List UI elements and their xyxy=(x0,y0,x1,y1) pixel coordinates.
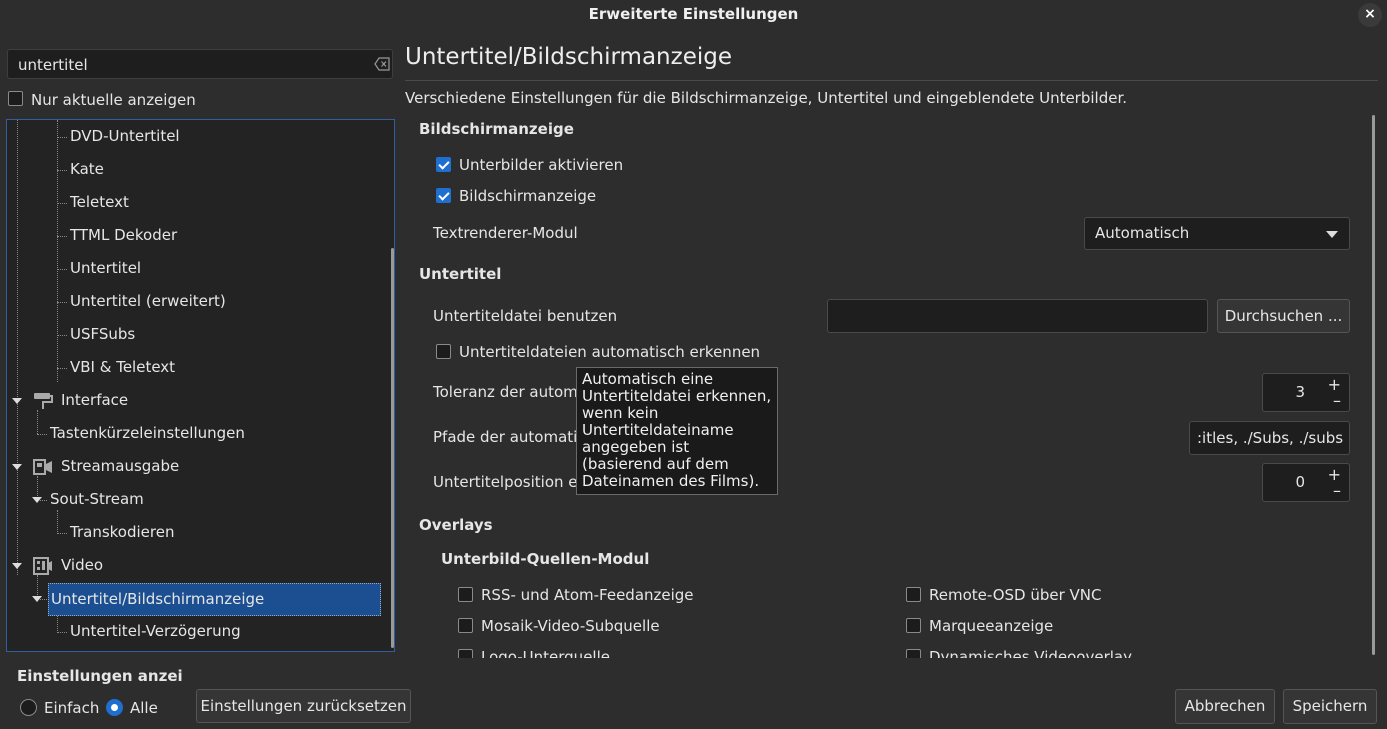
decrement-button[interactable]: – xyxy=(1333,481,1341,500)
only-current-checkbox[interactable] xyxy=(8,91,23,106)
video-icon xyxy=(33,557,52,575)
expand-streamausgabe-icon[interactable] xyxy=(12,464,22,470)
reset-settings-button[interactable]: Einstellungen zurücksetzen xyxy=(196,689,411,723)
chevron-down-icon xyxy=(1326,231,1338,238)
dynamic-overlay-label: Dynamisches Videooverlay xyxy=(929,648,1132,658)
expand-interface-icon[interactable] xyxy=(12,398,22,404)
window-title: Erweiterte Einstellungen xyxy=(588,5,799,23)
tree-item-teletext[interactable]: Teletext xyxy=(70,186,129,219)
stream-output-icon xyxy=(33,459,52,475)
text-renderer-value: Automatisch xyxy=(1095,224,1190,242)
show-settings-heading: Einstellungen anzeigen xyxy=(17,667,183,685)
position-value: 0 xyxy=(1295,473,1305,491)
mosaic-label: Mosaik-Video-Subquelle xyxy=(481,617,660,635)
simple-label: Einfach xyxy=(44,699,100,717)
save-button[interactable]: Speichern xyxy=(1283,689,1377,724)
logo-label: Logo-Unterquelle xyxy=(481,648,610,658)
enable-subpictures-label: Unterbilder aktivieren xyxy=(459,156,624,174)
autodetect-checkbox[interactable] xyxy=(436,344,451,359)
cancel-button[interactable]: Abbrechen xyxy=(1175,689,1275,724)
section-overlays: Overlays xyxy=(419,516,493,534)
tolerance-spinbox[interactable]: 3 + – xyxy=(1262,373,1350,412)
tree-item-dvd-untertitel[interactable]: DVD-Untertitel xyxy=(70,120,180,153)
page-title: Untertitel/Bildschirmanzeige xyxy=(405,44,732,70)
position-spinbox[interactable]: 0 + – xyxy=(1262,463,1350,502)
tree-item-kate[interactable]: Kate xyxy=(70,153,104,186)
marquee-label: Marqueeanzeige xyxy=(929,617,1054,635)
dynamic-overlay-checkbox[interactable] xyxy=(906,649,921,658)
enable-subpictures-checkbox[interactable] xyxy=(436,157,451,172)
tolerance-label: Toleranz der automa xyxy=(433,383,587,401)
position-label: Untertitelposition erz xyxy=(433,473,592,491)
tree-item-ttml-dekoder[interactable]: TTML Dekoder xyxy=(70,219,177,252)
remote-osd-checkbox[interactable] xyxy=(906,587,921,602)
logo-checkbox[interactable] xyxy=(458,649,473,658)
tree-item-sout-stream[interactable]: Sout-Stream xyxy=(50,483,144,516)
title-divider xyxy=(405,80,1378,81)
decrement-button[interactable]: – xyxy=(1333,391,1341,410)
tree-item-tastenkuerzel[interactable]: Tastenkürzeleinstellungen xyxy=(50,417,245,450)
tree-item-untertitel-verzoegerung[interactable]: Untertitel-Verzögerung xyxy=(70,615,241,648)
tree-item-streamausgabe[interactable]: Streamausgabe xyxy=(61,450,179,483)
tree-item-usfsubs[interactable]: USFSubs xyxy=(70,318,135,351)
subpicture-source-heading: Unterbild-Quellen-Modul xyxy=(441,550,650,568)
paths-label: Pfade der automatis xyxy=(433,428,586,446)
expand-untertitel-bildschirm-icon[interactable] xyxy=(32,596,42,602)
tree-item-transkodieren[interactable]: Transkodieren xyxy=(70,516,174,549)
expand-video-icon[interactable] xyxy=(12,563,22,569)
use-subtitle-file-label: Untertiteldatei benutzen xyxy=(433,307,618,325)
panel-scrollbar[interactable] xyxy=(1372,115,1375,655)
paths-value: :itles, ./Subs, ./subs xyxy=(1197,429,1344,447)
settings-tree[interactable]: DVD-Untertitel Kate Teletext TTML Dekode… xyxy=(6,119,395,652)
clear-search-icon[interactable] xyxy=(374,57,390,71)
all-label: Alle xyxy=(130,699,158,717)
osd-label: Bildschirmanzeige xyxy=(459,187,597,205)
subtitle-file-input[interactable] xyxy=(827,299,1208,333)
tree-item-vbi-teletext[interactable]: VBI & Teletext xyxy=(70,351,175,384)
simple-radio[interactable] xyxy=(20,699,37,716)
text-renderer-label: Textrenderer-Modul xyxy=(433,224,578,242)
tree-item-video[interactable]: Video xyxy=(61,549,103,582)
browse-button[interactable]: Durchsuchen ... xyxy=(1217,299,1350,333)
section-osd: Bildschirmanzeige xyxy=(419,120,574,138)
rss-label: RSS- und Atom-Feedanzeige xyxy=(481,586,694,604)
tree-item-interface[interactable]: Interface xyxy=(61,384,128,417)
tree-scrollbar[interactable] xyxy=(391,248,394,648)
all-radio[interactable] xyxy=(106,699,123,716)
expand-sout-stream-icon[interactable] xyxy=(32,497,42,503)
tree-item-untertitel-bildschirmanzeige[interactable]: Untertitel/Bildschirmanzeige xyxy=(48,583,381,616)
mosaic-checkbox[interactable] xyxy=(458,618,473,633)
tolerance-value: 3 xyxy=(1295,383,1305,401)
marquee-checkbox[interactable] xyxy=(906,618,921,633)
search-value: untertitel xyxy=(18,56,88,74)
only-current-label: Nur aktuelle anzeigen xyxy=(31,91,196,109)
osd-checkbox[interactable] xyxy=(436,188,451,203)
tree-item-untertitel[interactable]: Untertitel xyxy=(70,252,141,285)
section-subtitles: Untertitel xyxy=(419,265,502,283)
remote-osd-label: Remote-OSD über VNC xyxy=(929,586,1102,604)
clipped-overlay-row: Logo-Unterquelle Dynamisches Videooverla… xyxy=(405,648,1365,658)
close-button[interactable]: × xyxy=(1358,3,1382,27)
autodetect-label: Untertiteldateien automatisch erkennen xyxy=(459,343,761,361)
rss-checkbox[interactable] xyxy=(458,587,473,602)
page-description: Verschiedene Einstellungen für die Bilds… xyxy=(405,89,1128,107)
paint-roller-icon xyxy=(34,393,53,409)
tooltip: Automatisch eine Untertiteldatei erkenne… xyxy=(576,367,778,495)
tree-item-untertitel-erweitert[interactable]: Untertitel (erweitert) xyxy=(70,285,226,318)
